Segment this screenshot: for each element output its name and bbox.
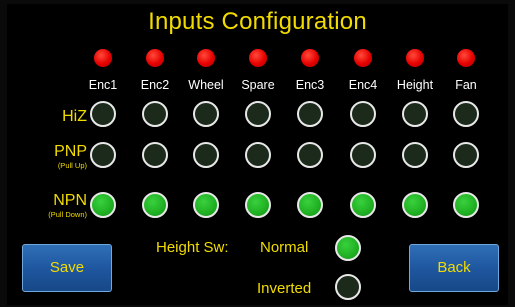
height-switch-inverted-radio[interactable] bbox=[335, 274, 361, 300]
page-title: Inputs Configuration bbox=[148, 8, 367, 35]
npn-radio-spare[interactable] bbox=[245, 192, 271, 218]
height-switch-inverted-label: Inverted bbox=[257, 280, 312, 297]
pnp-radio-enc1[interactable] bbox=[90, 142, 116, 168]
column-label-fan: Fan bbox=[455, 78, 477, 92]
npn-radio-height[interactable] bbox=[402, 192, 428, 218]
pnp-radio-fan[interactable] bbox=[453, 142, 479, 168]
height-switch-normal-label: Normal bbox=[260, 239, 309, 256]
hiz-radio-enc2[interactable] bbox=[142, 101, 168, 127]
status-led-enc1 bbox=[94, 49, 112, 67]
column-label-wheel: Wheel bbox=[188, 78, 224, 92]
npn-radio-wheel[interactable] bbox=[193, 192, 219, 218]
row-sublabel-pnp: (Pull Up) bbox=[57, 161, 87, 170]
status-led-enc2 bbox=[146, 49, 164, 67]
height-switch-label: Height Sw: bbox=[156, 239, 229, 256]
hiz-radio-height[interactable] bbox=[402, 101, 428, 127]
pnp-radio-wheel[interactable] bbox=[193, 142, 219, 168]
hiz-radio-enc1[interactable] bbox=[90, 101, 116, 127]
row-label-hiz: HiZ bbox=[62, 108, 87, 126]
hiz-radio-wheel[interactable] bbox=[193, 101, 219, 127]
column-label-enc4: Enc4 bbox=[348, 78, 378, 92]
column-label-enc3: Enc3 bbox=[295, 78, 325, 92]
hiz-radio-enc3[interactable] bbox=[297, 101, 323, 127]
column-label-enc1: Enc1 bbox=[88, 78, 118, 92]
npn-radio-enc3[interactable] bbox=[297, 192, 323, 218]
pnp-radio-enc2[interactable] bbox=[142, 142, 168, 168]
pnp-radio-spare[interactable] bbox=[245, 142, 271, 168]
pnp-radio-enc3[interactable] bbox=[297, 142, 323, 168]
npn-radio-enc2[interactable] bbox=[142, 192, 168, 218]
row-label-pnp: PNP (Pull Up) bbox=[54, 143, 87, 170]
status-led-wheel bbox=[197, 49, 215, 67]
hiz-radio-fan[interactable] bbox=[453, 101, 479, 127]
save-button[interactable]: Save bbox=[22, 244, 112, 292]
npn-radio-enc4[interactable] bbox=[350, 192, 376, 218]
pnp-radio-enc4[interactable] bbox=[350, 142, 376, 168]
row-label-hiz-text: HiZ bbox=[62, 108, 87, 125]
row-sublabel-npn: (Pull Down) bbox=[48, 210, 87, 219]
column-label-spare: Spare bbox=[241, 78, 275, 92]
status-led-enc4 bbox=[354, 49, 372, 67]
back-button[interactable]: Back bbox=[409, 244, 499, 292]
status-led-spare bbox=[249, 49, 267, 67]
status-led-fan bbox=[457, 49, 475, 67]
status-led-height bbox=[406, 49, 424, 67]
row-label-npn: NPN (Pull Down) bbox=[48, 192, 87, 219]
row-label-pnp-text: PNP bbox=[54, 143, 87, 160]
row-label-npn-text: NPN bbox=[53, 192, 87, 209]
hiz-radio-spare[interactable] bbox=[245, 101, 271, 127]
height-switch-normal-radio[interactable] bbox=[335, 235, 361, 261]
npn-radio-fan[interactable] bbox=[453, 192, 479, 218]
npn-radio-enc1[interactable] bbox=[90, 192, 116, 218]
pnp-radio-height[interactable] bbox=[402, 142, 428, 168]
status-led-enc3 bbox=[301, 49, 319, 67]
hiz-radio-enc4[interactable] bbox=[350, 101, 376, 127]
